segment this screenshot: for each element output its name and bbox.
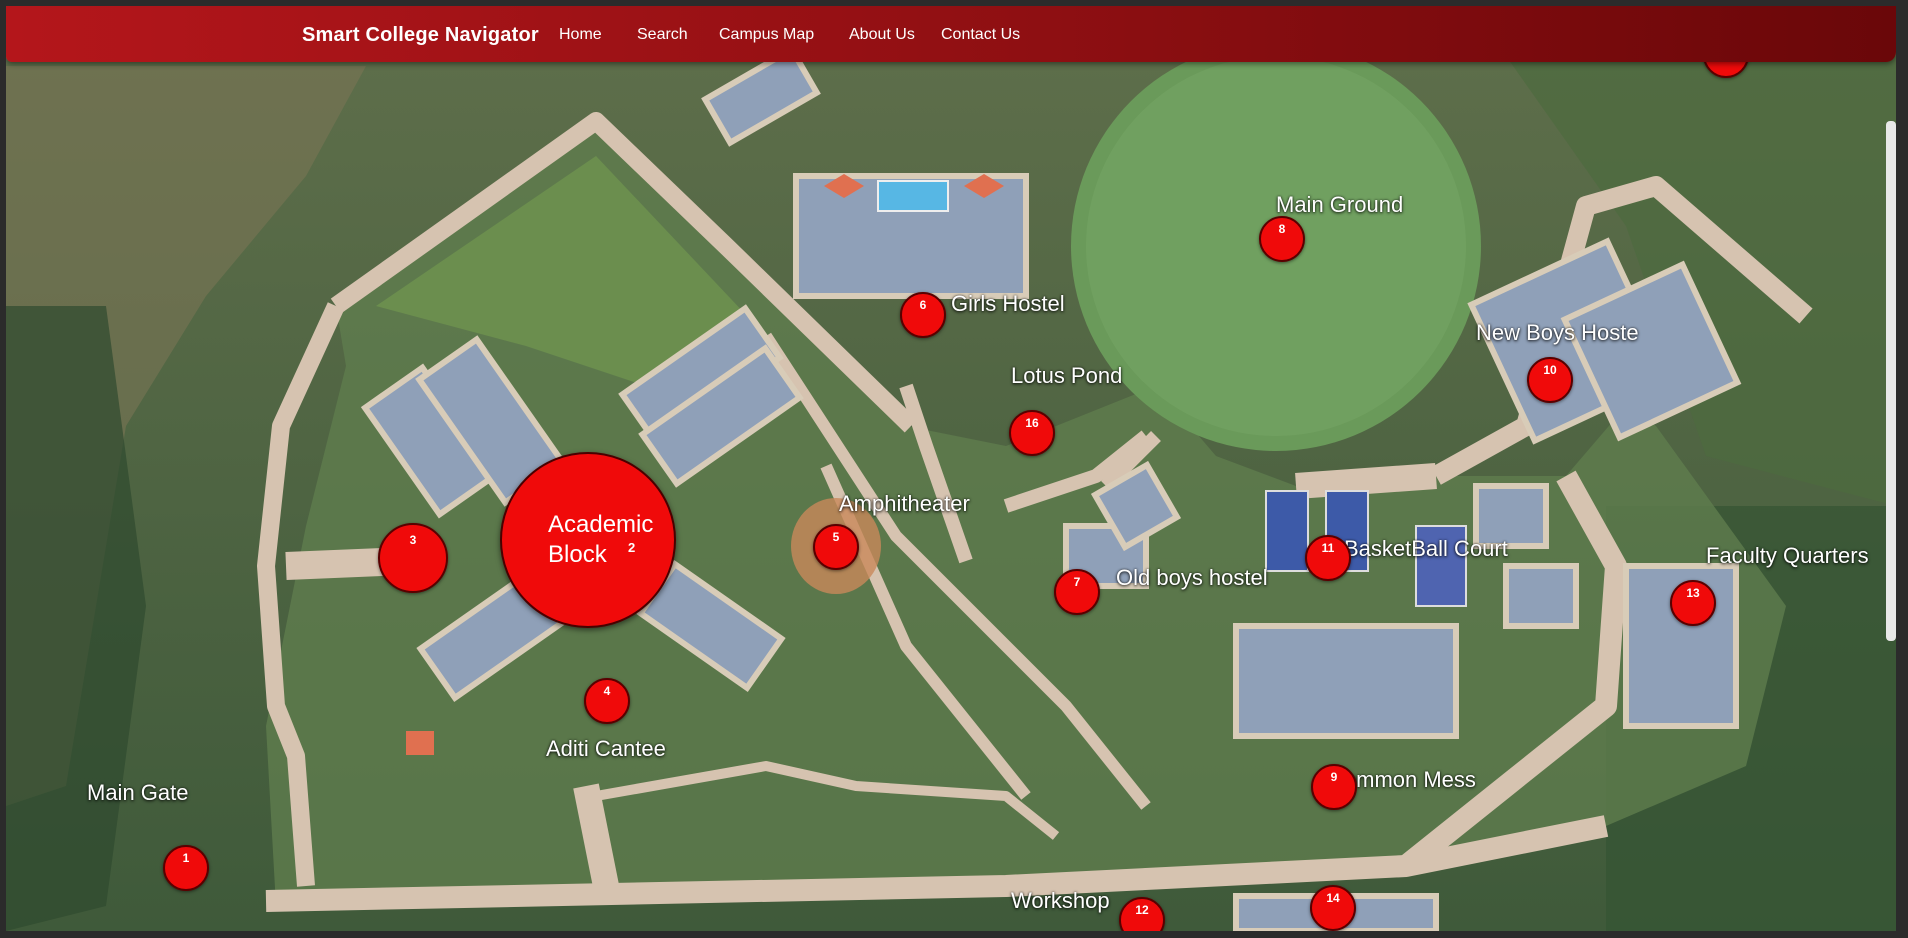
marker-aditi-canteen[interactable]: 4 xyxy=(584,678,630,724)
marker-common-mess[interactable]: 9 xyxy=(1311,764,1357,810)
marker-number: 10 xyxy=(1543,363,1557,377)
marker-girls-hostel[interactable]: 6 xyxy=(900,292,946,338)
label-amphitheater: Amphitheater xyxy=(839,491,970,516)
satellite-map-image xyxy=(6,6,1896,931)
marker-amphitheater[interactable]: 5 xyxy=(813,524,859,570)
marker-basketball-court[interactable]: 11 xyxy=(1305,535,1351,581)
label-basketball-court: BasketBall Court xyxy=(1344,536,1508,561)
label-old-boys-hostel: Old boys hostel xyxy=(1116,565,1268,590)
marker-workshop[interactable]: 12 xyxy=(1119,897,1165,931)
marker-number: 9 xyxy=(1330,770,1338,784)
label-girls-hostel: Girls Hostel xyxy=(951,291,1065,316)
marker-faculty-quarters[interactable]: 13 xyxy=(1670,580,1716,626)
marker-number: 1 xyxy=(182,851,190,865)
marker-new-boys-hostel[interactable]: 10 xyxy=(1527,357,1573,403)
nav-contact-us[interactable]: Contact Us xyxy=(941,26,1020,44)
label-main-ground: Main Ground xyxy=(1276,192,1404,217)
nav-search[interactable]: Search xyxy=(637,26,688,44)
nav-campus-map[interactable]: Campus Map xyxy=(719,26,814,44)
marker-number: 2 xyxy=(628,540,636,555)
marker-academic-block[interactable]: Academic Block 2 xyxy=(500,452,676,628)
marker-number: 14 xyxy=(1326,891,1340,905)
campus-map[interactable]: Main Gate Aditi Cantee Amphitheater Girl… xyxy=(6,6,1896,931)
marker-number: 6 xyxy=(919,298,927,312)
vertical-scrollbar[interactable] xyxy=(1886,121,1896,641)
academic-block-label: Academic Block xyxy=(548,511,654,568)
label-workshop: Workshop xyxy=(1011,888,1110,913)
marker-number: 5 xyxy=(832,530,840,544)
marker-number: 4 xyxy=(603,684,611,698)
marker-main-ground[interactable]: 8 xyxy=(1259,216,1305,262)
label-new-boys-hostel: New Boys Hoste xyxy=(1476,320,1639,345)
label-faculty-quarters: Faculty Quarters xyxy=(1706,543,1869,568)
marker-number: 13 xyxy=(1686,586,1700,600)
nav-home[interactable]: Home xyxy=(559,26,602,44)
marker-number: 11 xyxy=(1321,541,1335,555)
brand-title[interactable]: Smart College Navigator xyxy=(302,24,539,47)
nav-about-us[interactable]: About Us xyxy=(849,26,915,44)
marker-number: 3 xyxy=(409,533,417,547)
top-navbar: Smart College Navigator Home Search Camp… xyxy=(6,6,1896,62)
page-viewport: Main Gate Aditi Cantee Amphitheater Girl… xyxy=(6,6,1896,931)
marker-3[interactable]: 3 xyxy=(378,523,448,593)
label-main-gate: Main Gate xyxy=(87,780,189,805)
marker-number: 8 xyxy=(1278,222,1286,236)
marker-number: 16 xyxy=(1025,416,1039,430)
marker-14[interactable]: 14 xyxy=(1310,885,1356,931)
marker-main-gate[interactable]: 1 xyxy=(163,845,209,891)
marker-number: 7 xyxy=(1073,575,1081,589)
marker-number: 12 xyxy=(1135,903,1149,917)
label-lotus-pond: Lotus Pond xyxy=(1011,363,1123,388)
marker-old-boys-hostel[interactable]: 7 xyxy=(1054,569,1100,615)
marker-lotus-pond[interactable]: 16 xyxy=(1009,410,1055,456)
label-aditi-canteen: Aditi Cantee xyxy=(546,736,666,761)
